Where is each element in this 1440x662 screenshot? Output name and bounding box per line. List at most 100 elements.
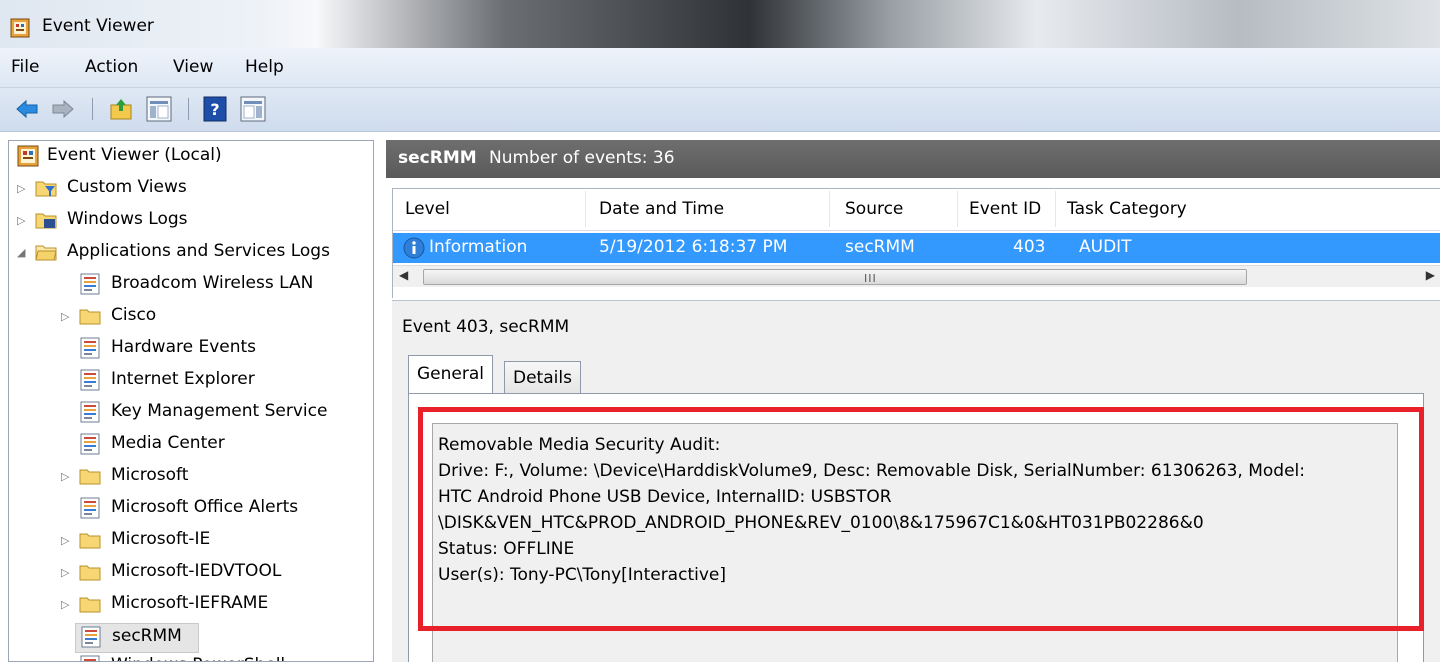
tree-item-applications-and-services-logs[interactable]: ◢ Applications and Services Logs [9,239,369,269]
tree-item-windows-logs[interactable]: ▷ Windows Logs [9,207,369,237]
menu-file[interactable]: File [11,57,39,77]
tree-item-broadcom-wireless-lan[interactable]: Broadcom Wireless LAN [9,271,369,301]
tree-item-label: Internet Explorer [111,369,255,389]
menu-action[interactable]: Action [85,57,138,77]
tree-item-cisco[interactable]: ▷ Cisco [9,303,369,333]
collapsed-arrow-icon[interactable]: ▷ [17,215,29,227]
cell-date-time: 5/19/2012 6:18:37 PM [599,237,788,257]
events-grid[interactable]: Level Date and Time Source Event ID Task… [392,188,1440,298]
horizontal-scrollbar[interactable]: ◀ III ▶ [393,265,1440,287]
expanded-arrow-icon[interactable]: ◢ [17,247,29,259]
event-count: Number of events: 36 [489,148,675,168]
table-row[interactable]: Information 5/19/2012 6:18:37 PM secRMM … [393,233,1440,263]
tree-item-label: Windows Logs [67,209,188,229]
tab-details[interactable]: Details [504,361,581,393]
tree-item-windows-powershell[interactable]: Windows PowerShell [9,653,369,661]
tree-item-internet-explorer[interactable]: Internet Explorer [9,367,369,397]
highlight-box [418,407,1424,631]
collapsed-arrow-icon[interactable]: ▷ [61,471,73,483]
scroll-grip-icon: III [864,272,877,285]
tree-item-secrmm[interactable]: secRMM [75,623,199,653]
column-divider[interactable] [585,191,586,227]
folder-open-icon [35,245,57,261]
column-task-category[interactable]: Task Category [1067,199,1187,219]
toolbar-separator [92,98,93,120]
folder-filter-icon [35,181,57,197]
tree-item-microsoft-ie[interactable]: ▷ Microsoft-IE [9,527,369,557]
show-hide-action-pane-icon[interactable] [240,96,266,122]
up-folder-icon[interactable] [108,96,134,122]
tree-item-event-viewer-local-[interactable]: Event Viewer (Local) [9,143,369,173]
scroll-right-icon[interactable]: ▶ [1426,268,1435,282]
folder-icon [79,597,101,613]
event-viewer-icon [17,145,39,167]
tree-item-label: Event Viewer (Local) [47,145,222,165]
log-name: secRMM [398,148,477,168]
tab-general[interactable]: General [408,355,493,395]
column-divider[interactable] [1055,191,1056,227]
window-title: Event Viewer [42,16,154,36]
tree-item-hardware-events[interactable]: Hardware Events [9,335,369,365]
tree-item-custom-views[interactable]: ▷ Custom Views [9,175,369,205]
folder-log-icon [35,213,57,229]
column-level[interactable]: Level [405,199,450,219]
column-event-id[interactable]: Event ID [969,199,1041,219]
column-divider[interactable] [957,191,958,227]
event-detail-title: Event 403, secRMM [402,317,570,337]
tree-item-label: Custom Views [67,177,187,197]
cell-event-id: 403 [1013,237,1046,257]
tree-item-label: secRMM [112,626,182,646]
column-date-time[interactable]: Date and Time [599,199,724,219]
grid-header: Level Date and Time Source Event ID Task… [393,189,1440,231]
folder-icon [79,533,101,549]
pane-splitter[interactable] [376,140,384,662]
menu-view[interactable]: View [173,57,213,77]
tree-item-label: Broadcom Wireless LAN [111,273,314,293]
title-bar[interactable]: Event Viewer [0,0,1440,48]
column-source[interactable]: Source [845,199,903,219]
tree-item-label: Microsoft Office Alerts [111,497,299,517]
tree-item-label: Applications and Services Logs [67,241,330,261]
tree-item-label: Windows PowerShell [111,655,285,661]
collapsed-arrow-icon[interactable]: ▷ [61,535,73,547]
cell-level: Information [429,237,528,257]
tree-item-label: Microsoft-IEDVTOOL [111,561,282,581]
log-icon [80,497,100,519]
log-icon [80,273,100,295]
column-divider[interactable] [829,191,830,227]
collapsed-arrow-icon[interactable]: ▷ [61,599,73,611]
console-tree[interactable]: Event Viewer (Local) ▷ Custom Views ▷ Window… [8,140,374,662]
collapsed-arrow-icon[interactable]: ▷ [17,183,29,195]
cell-task-category: AUDIT [1079,237,1132,257]
toolbar: ? [0,88,1440,132]
tree-item-media-center[interactable]: Media Center [9,431,369,461]
collapsed-arrow-icon[interactable]: ▷ [61,311,73,323]
scroll-left-icon[interactable]: ◀ [399,268,408,282]
folder-icon [79,309,101,325]
log-icon [80,401,100,423]
help-icon[interactable]: ? [202,96,228,122]
scroll-thumb[interactable]: III [423,269,1247,285]
menu-bar: File Action View Help [0,48,1440,88]
folder-icon [79,469,101,485]
tree-item-microsoft-iedvtool[interactable]: ▷ Microsoft-IEDVTOOL [9,559,369,589]
menu-help[interactable]: Help [245,57,284,77]
forward-arrow-icon[interactable] [50,96,76,122]
tree-item-label: Cisco [111,305,157,325]
show-hide-console-tree-icon[interactable] [146,96,172,122]
tree-item-key-management-service[interactable]: Key Management Service [9,399,369,429]
log-icon [80,337,100,359]
back-arrow-icon[interactable] [14,96,40,122]
information-icon [403,237,425,259]
log-icon [81,626,101,648]
log-icon [80,369,100,391]
tree-item-microsoft-ieframe[interactable]: ▷ Microsoft-IEFRAME [9,591,369,621]
tree-item-microsoft-office-alerts[interactable]: Microsoft Office Alerts [9,495,369,525]
log-header: secRMM Number of events: 36 [386,140,1440,178]
tree-item-label: Media Center [111,433,225,453]
tree-item-microsoft[interactable]: ▷ Microsoft [9,463,369,493]
tree-item-label: Hardware Events [111,337,257,357]
collapsed-arrow-icon[interactable]: ▷ [61,567,73,579]
svg-text:?: ? [210,100,219,119]
tree-item-label: Microsoft-IE [111,529,211,549]
